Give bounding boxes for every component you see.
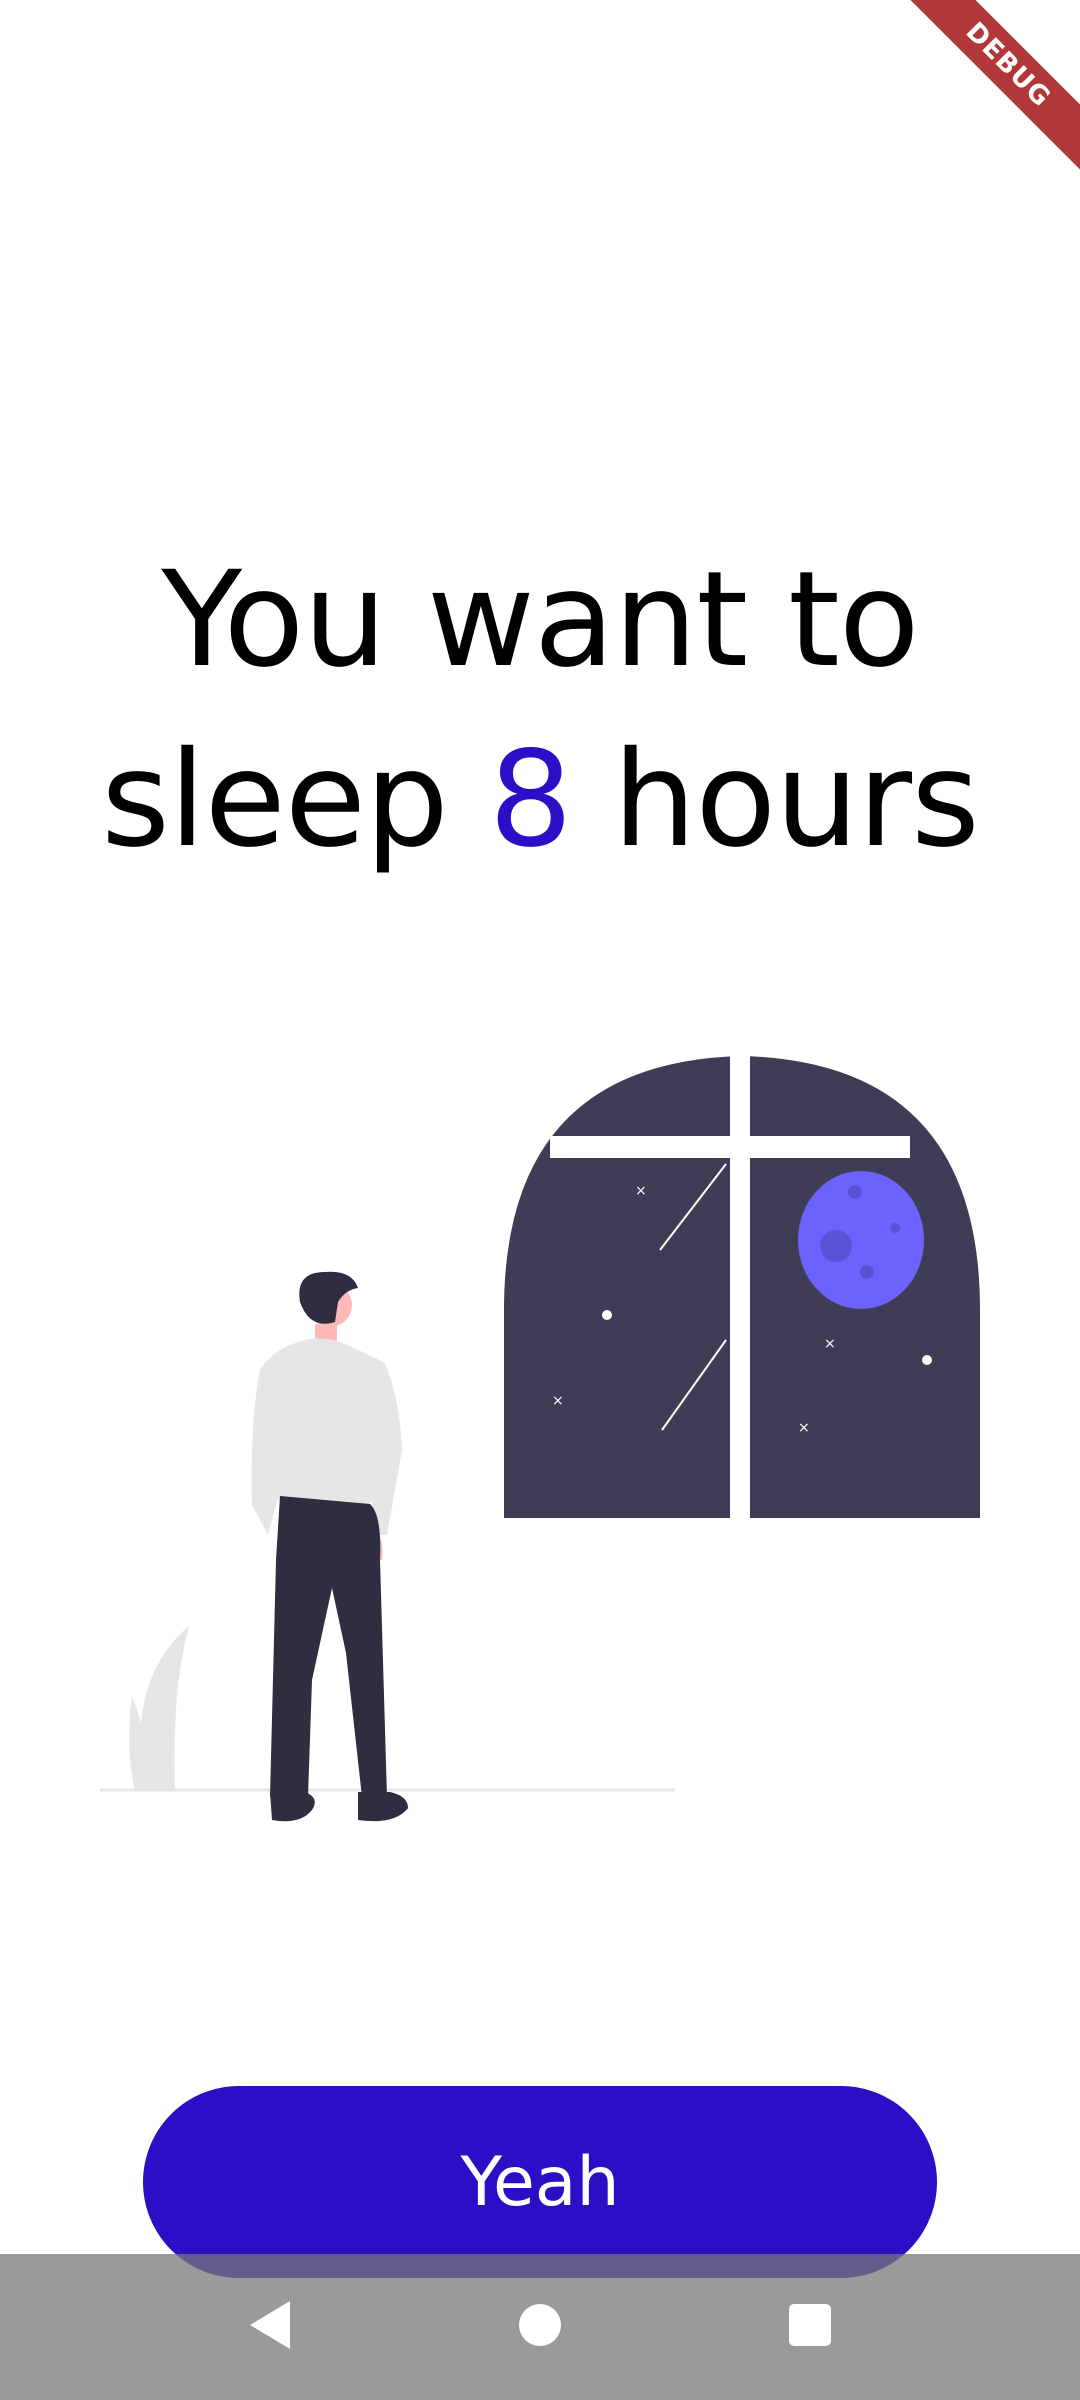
hours-value: 8 (488, 723, 573, 877)
person-icon (251, 1271, 408, 1822)
grass-icon (129, 1625, 190, 1790)
window-icon: × × × × (504, 1056, 980, 1520)
page-title: You want to sleep 8 hours (0, 530, 1080, 890)
svg-text:×: × (635, 1183, 647, 1199)
signal-icon (1016, 14, 1042, 46)
headline-prefix: sleep (101, 723, 489, 877)
headline-line-1: You want to (161, 543, 919, 697)
system-navigation-bar (0, 2254, 1080, 2400)
svg-text:×: × (824, 1336, 836, 1352)
svg-text:×: × (798, 1420, 810, 1436)
svg-text:×: × (552, 1393, 564, 1409)
back-icon (246, 2299, 294, 2355)
nav-recents-button[interactable] (675, 2254, 945, 2400)
wifi-icon (974, 14, 1004, 46)
sleep-illustration: × × × × (90, 1040, 1010, 1840)
headline-suffix: hours (571, 723, 980, 877)
yeah-button[interactable]: Yeah (143, 2086, 937, 2278)
nav-home-button[interactable] (405, 2254, 675, 2400)
status-bar (974, 14, 1042, 46)
headline-line-2: sleep 8 hours (0, 710, 1080, 890)
home-icon (517, 2302, 563, 2352)
nav-back-button[interactable] (135, 2254, 405, 2400)
recents-icon (787, 2302, 833, 2352)
moon-icon (798, 1171, 924, 1309)
